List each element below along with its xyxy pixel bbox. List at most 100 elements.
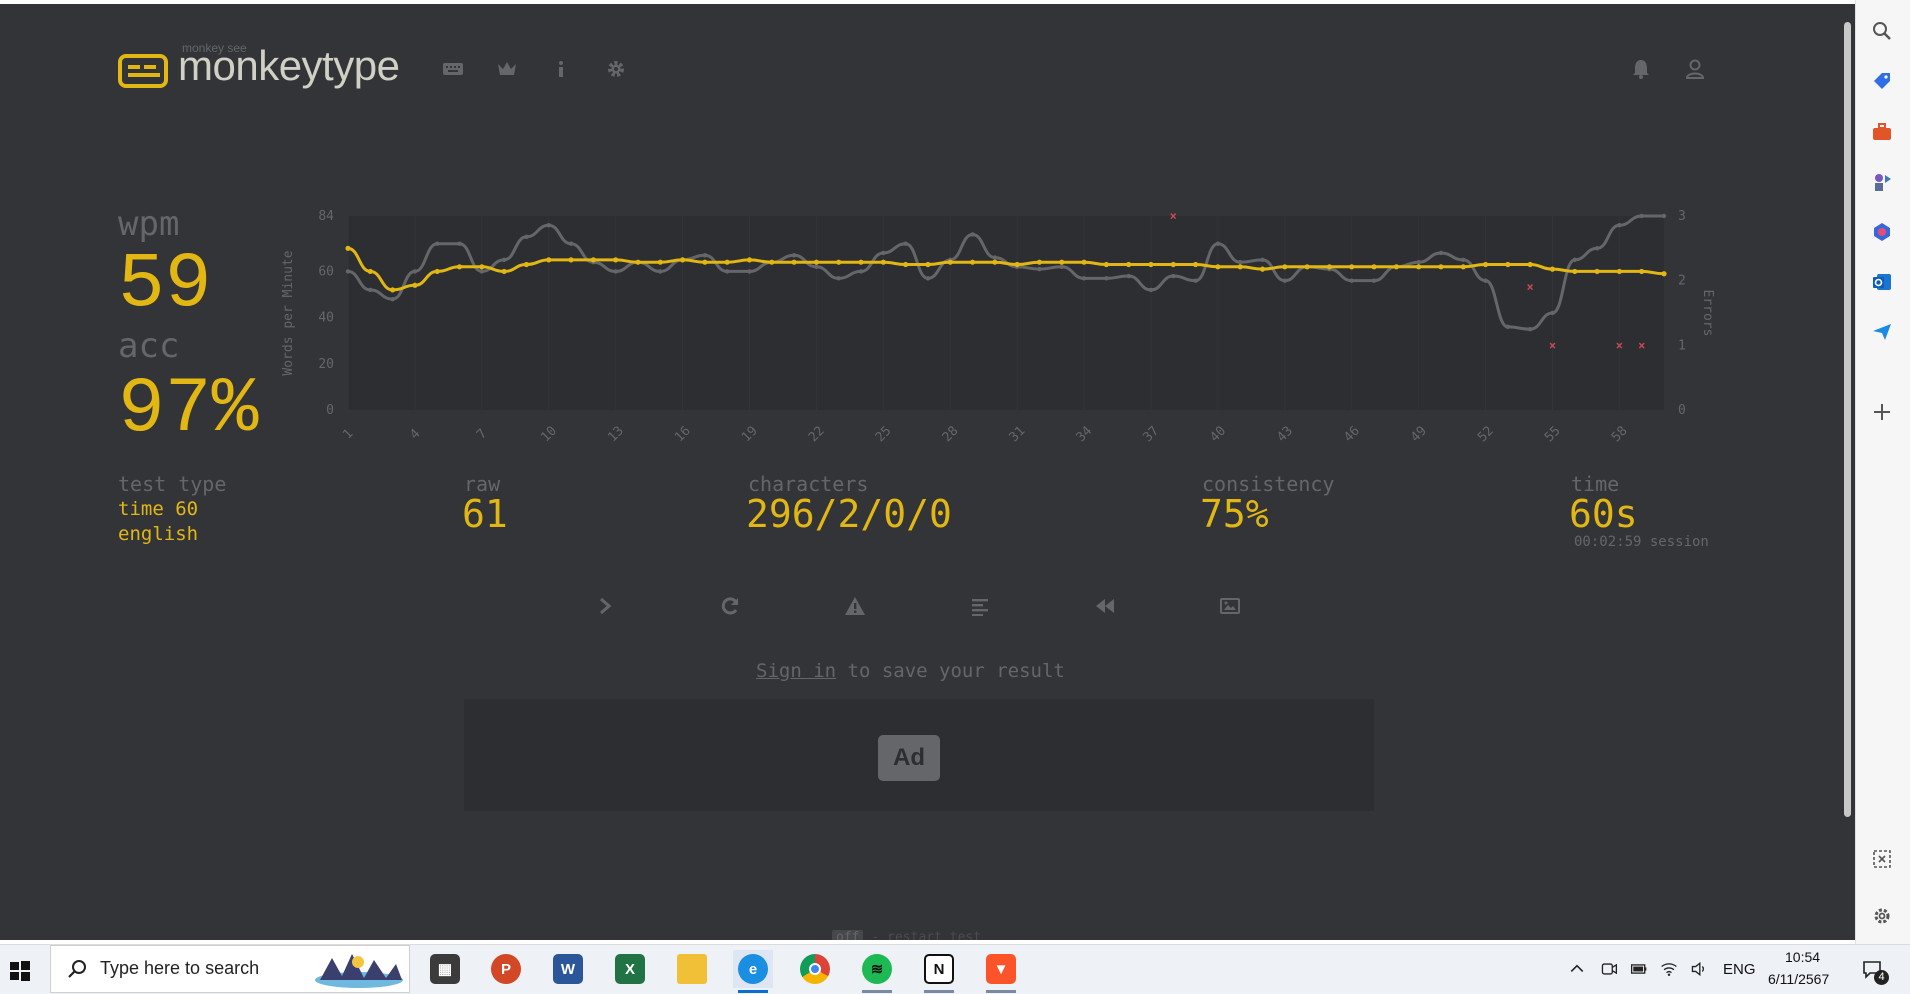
show-hidden-icons-chevron-icon[interactable] [1562, 950, 1592, 988]
chart-point-wpm [1349, 264, 1355, 270]
chart-point-raw [925, 276, 931, 281]
chart-point-raw [345, 269, 351, 274]
clock-date[interactable]: 6/11/2567 [1768, 971, 1829, 987]
chart-point-raw [881, 250, 886, 256]
chart-point-wpm [836, 259, 842, 265]
chart-y2-tick-label: 2 [1678, 274, 1686, 289]
chart-point-raw [903, 241, 908, 246]
windows-start-icon[interactable] [0, 952, 40, 990]
excel-app-icon[interactable]: X [610, 950, 650, 988]
meet-now-icon[interactable] [1594, 950, 1624, 988]
send-icon[interactable] [1870, 320, 1894, 344]
clock-time[interactable]: 10:54 [1785, 949, 1820, 965]
screenshot-button[interactable] [1213, 592, 1247, 620]
page-scrollbar-thumb[interactable] [1844, 22, 1851, 817]
sign-in-prompt: Sign in to save your result [756, 660, 1065, 682]
characters-value: 296/2/0/0 [746, 492, 952, 536]
chart-point-raw [1639, 213, 1644, 219]
chart-point-raw [747, 269, 752, 274]
chart-point-wpm [880, 259, 886, 265]
chart-point-raw [992, 255, 998, 260]
chart-x-tick-label: 55 [1542, 424, 1564, 446]
shopping-tag-icon[interactable] [1870, 69, 1894, 93]
chart-point-raw [970, 232, 975, 237]
language-indicator[interactable]: ENG [1723, 961, 1756, 978]
word-app-icon[interactable]: W [548, 950, 588, 988]
next-test-button[interactable] [588, 592, 622, 620]
chart-point-raw [1617, 223, 1622, 228]
battery-icon[interactable] [1624, 950, 1654, 988]
volume-icon[interactable] [1684, 950, 1714, 988]
copilot-icon[interactable] [1870, 220, 1894, 244]
test-type-language: english [118, 523, 199, 545]
next-test-icon [600, 597, 612, 615]
chart-point-wpm [769, 259, 775, 265]
keyboard-icon[interactable] [442, 58, 464, 80]
chart-error-marker: × [1616, 338, 1623, 352]
brand-name[interactable]: monkeytype [178, 42, 400, 90]
chart-point-wpm [969, 259, 976, 265]
chart-point-raw [1037, 266, 1042, 272]
chart-x-tick-label: 10 [538, 424, 560, 446]
search-icon[interactable] [1870, 19, 1894, 43]
tools-briefcase-icon[interactable] [1870, 120, 1894, 144]
gear-icon[interactable] [605, 58, 627, 80]
notion-app-icon[interactable]: N [919, 950, 959, 988]
chart-error-marker: × [1638, 338, 1645, 352]
calculator-app-icon[interactable]: ▦ [425, 950, 465, 988]
sign-in-rest: to save your result [836, 660, 1065, 682]
search-highlight-image[interactable] [312, 948, 406, 990]
bell-icon[interactable] [1630, 58, 1652, 80]
chart-x-tick-label: 52 [1475, 424, 1497, 446]
restart-button[interactable] [713, 592, 747, 620]
user-icon[interactable] [1684, 58, 1706, 80]
wpm-chart: 02040608401231 4 7 10 13 16 19 22 25 28 31 34 37 40 43… [281, 209, 1715, 446]
report-button[interactable] [838, 592, 872, 620]
acc-value: 97% [118, 366, 259, 454]
chart-point-wpm [568, 257, 574, 263]
chart-point-wpm [1170, 261, 1176, 268]
powerpoint-app-icon[interactable]: P [486, 950, 526, 988]
screenshot-capture-icon[interactable] [1870, 847, 1894, 871]
chart-y2-tick-label: 0 [1678, 403, 1686, 418]
chart-point-wpm [1482, 261, 1489, 268]
chart-point-wpm [1505, 261, 1511, 268]
outlook-icon[interactable] [1870, 270, 1894, 294]
chart-point-wpm [1036, 259, 1043, 265]
chart-point-wpm [702, 259, 708, 265]
chart-point-wpm [590, 257, 596, 263]
chart-point-wpm [1393, 264, 1399, 270]
wifi-icon[interactable] [1654, 950, 1684, 988]
file-explorer-app-icon[interactable] [672, 950, 712, 988]
settings-icon[interactable] [1870, 904, 1894, 928]
chart-point-wpm [1148, 261, 1154, 268]
crown-icon[interactable] [496, 58, 518, 80]
chart-y2-axis-label: Errors [1700, 290, 1715, 337]
chart-point-wpm [1616, 268, 1622, 275]
chart-x-tick-label: 4 [407, 426, 423, 442]
chart-x-tick-label: 40 [1207, 424, 1229, 446]
edge-app-icon[interactable]: e [733, 950, 773, 988]
chart-x-tick-label: 43 [1274, 424, 1296, 446]
chart-point-wpm [412, 282, 418, 288]
monkeytype-logo-icon[interactable] [118, 54, 168, 88]
page-scrollbar[interactable] [1844, 12, 1851, 940]
chart-point-raw [1416, 259, 1421, 265]
games-icon[interactable] [1870, 170, 1894, 194]
sign-in-link[interactable]: Sign in [756, 660, 836, 682]
chart-point-wpm [1549, 266, 1556, 272]
brave-app-icon[interactable]: ▼ [981, 950, 1021, 988]
chart-point-wpm [456, 264, 463, 270]
spotify-app-icon[interactable]: ≋ [857, 950, 897, 988]
chart-x-tick-label: 49 [1408, 424, 1430, 446]
info-icon[interactable] [550, 58, 572, 80]
chart-point-raw [457, 241, 462, 246]
add-icon[interactable] [1870, 400, 1894, 424]
chart-y-tick-label: 20 [318, 357, 334, 372]
chart-point-raw [1126, 273, 1131, 279]
chrome-app-icon[interactable] [795, 950, 835, 988]
chart-error-marker: × [1549, 338, 1556, 352]
replay-button[interactable] [1088, 592, 1122, 620]
wpm-label: wpm [118, 204, 180, 244]
words-history-button[interactable] [963, 592, 997, 620]
